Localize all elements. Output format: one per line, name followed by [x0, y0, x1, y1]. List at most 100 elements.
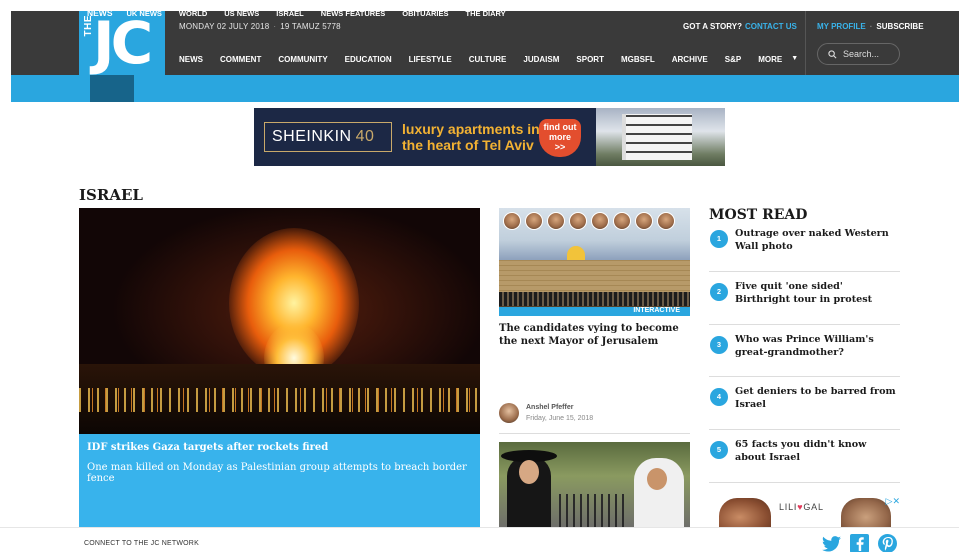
most-read-headline[interactable]: 65 facts you didn't know about Israel [735, 438, 900, 464]
ad-building-shape [622, 114, 692, 160]
nav-news[interactable]: NEWS [179, 55, 203, 64]
author-avatar[interactable] [499, 403, 519, 423]
subnav-the-diary[interactable]: THE DIARY [466, 9, 506, 18]
lead-story-image[interactable] [79, 208, 480, 434]
site-logo[interactable]: THE JC [79, 11, 165, 75]
ad-tagline-line2: the heart of Tel Aviv [402, 137, 534, 153]
nav-judaism[interactable]: JUDAISM [523, 55, 559, 64]
most-read-headline[interactable]: Five quit 'one sided' Birthright tour in… [735, 280, 900, 306]
interactive-label: INTERACTIVE [633, 307, 680, 314]
ad-brand-number: 40 [355, 128, 375, 145]
face-left [519, 460, 539, 484]
subnav-news[interactable]: NEWS [87, 8, 113, 18]
account-links: MY PROFILE · SUBSCRIBE [817, 22, 924, 31]
my-profile-link[interactable]: MY PROFILE [817, 22, 866, 31]
search-placeholder: Search... [843, 49, 880, 59]
subnav-israel[interactable]: ISRAEL [276, 9, 304, 18]
ad-logo-pre: LILI [779, 502, 798, 512]
nav-culture[interactable]: CULTURE [469, 55, 507, 64]
footer-bar: CONNECT TO THE JC NETWORK [0, 527, 959, 552]
article-date: Friday, June 15, 2018 [526, 415, 594, 422]
middle-story-image[interactable] [499, 208, 690, 316]
divider [709, 376, 900, 377]
search-input[interactable]: Search... [817, 43, 900, 65]
ad-model-left [719, 498, 771, 527]
ad-brand-name: SHEINKIN [272, 128, 352, 145]
candidate-avatar [569, 212, 587, 230]
main-nav: NEWS COMMENT COMMUNITY EDUCATION LIFESTY… [179, 55, 798, 64]
social-links [822, 534, 897, 552]
subnav-us-news[interactable]: US NEWS [224, 9, 259, 18]
ad-brand: SHEINKIN 40 [264, 122, 392, 152]
ad-choices-close-icon[interactable]: ▷✕ [886, 496, 900, 507]
header-divider [805, 11, 806, 75]
face-right [647, 468, 667, 490]
subnav-news-features[interactable]: NEWS FEATURES [321, 9, 385, 18]
fence [559, 494, 629, 527]
candidate-avatar [547, 212, 565, 230]
subnav-obituaries[interactable]: OBITUARIES [402, 9, 448, 18]
banner-ad[interactable]: SHEINKIN 40 luxury apartments in the hear… [254, 108, 725, 166]
got-a-story: GOT A STORY? CONTACT US [683, 22, 797, 31]
author-name[interactable]: Anshel Pfeffer [526, 404, 573, 411]
lead-story-caption[interactable]: IDF strikes Gaza targets after rockets f… [79, 434, 480, 527]
ad-logo-post: GAL [803, 502, 824, 512]
nav-mgbsfl[interactable]: MGBSFL [621, 55, 655, 64]
pinterest-icon[interactable] [878, 534, 897, 552]
side-ad[interactable]: LILI♥GAL ▷✕ [709, 496, 900, 527]
caret-down-icon[interactable]: ▼ [791, 55, 798, 64]
nav-sport[interactable]: SPORT [576, 55, 604, 64]
divider [709, 324, 900, 325]
candidate-avatar [613, 212, 631, 230]
most-read-headline[interactable]: Outrage over naked Western Wall photo [735, 227, 900, 253]
subnav-uk-news[interactable]: UK NEWS [127, 9, 162, 18]
crowd [499, 292, 690, 306]
gregorian-date: MONDAY 02 JULY 2018 [179, 22, 270, 31]
nav-archive[interactable]: ARCHIVE [672, 55, 708, 64]
twitter-icon[interactable] [822, 534, 841, 552]
ad-cta-line3: >> [554, 142, 566, 152]
nav-education[interactable]: EDUCATION [345, 55, 392, 64]
candidate-avatar [635, 212, 653, 230]
ad-cta-line1: find out [543, 122, 577, 132]
lead-image-city-lights [79, 388, 480, 412]
rank-badge: 4 [710, 388, 728, 406]
rank-badge: 2 [710, 283, 728, 301]
facebook-icon[interactable] [850, 534, 869, 552]
ad-cta-line2: more [548, 132, 571, 142]
candidate-faces [503, 212, 675, 230]
rank-badge: 1 [710, 230, 728, 248]
sub-nav [11, 75, 959, 102]
ad-cta-button[interactable]: find out more >> [539, 119, 581, 157]
most-read-headline[interactable]: Get deniers to be barred from Israel [735, 385, 900, 411]
ad-tagline: luxury apartments in the heart of Tel Av… [402, 121, 540, 153]
subscribe-link[interactable]: SUBSCRIBE [876, 22, 923, 31]
ad-tagline-line1: luxury apartments in [402, 121, 540, 137]
rank-badge: 3 [710, 336, 728, 354]
candidate-avatar [591, 212, 609, 230]
connect-label: CONNECT TO THE JC NETWORK [84, 540, 199, 547]
nav-s-and-p[interactable]: S&P [725, 55, 741, 64]
nav-lifestyle[interactable]: LIFESTYLE [409, 55, 452, 64]
subnav-world[interactable]: WORLD [179, 9, 207, 18]
second-story-image[interactable] [499, 442, 690, 527]
nav-comment[interactable]: COMMENT [220, 55, 261, 64]
most-read-headline[interactable]: Who was Prince William's great-grandmoth… [735, 333, 900, 359]
nav-more[interactable]: MORE [758, 55, 782, 64]
candidate-avatar [503, 212, 521, 230]
ad-model-right [841, 498, 891, 527]
divider [709, 482, 900, 483]
lead-story-headline[interactable]: IDF strikes Gaza targets after rockets f… [87, 442, 328, 453]
dateline: MONDAY 02 JULY 2018 · 19 TAMUZ 5778 [179, 22, 341, 31]
interactive-label-bar: INTERACTIVE [499, 307, 690, 316]
contact-us-link[interactable]: CONTACT US [745, 22, 797, 31]
subnav-active-indicator [90, 75, 134, 102]
ad-logo: LILI♥GAL [779, 502, 824, 512]
middle-story-headline[interactable]: The candidates vying to become the next … [499, 322, 690, 348]
divider [709, 429, 900, 430]
nav-community[interactable]: COMMUNITY [278, 55, 327, 64]
dome-of-rock [567, 246, 585, 260]
hebrew-date: 19 TAMUZ 5778 [280, 22, 341, 31]
candidate-avatar [525, 212, 543, 230]
candidate-avatar [657, 212, 675, 230]
